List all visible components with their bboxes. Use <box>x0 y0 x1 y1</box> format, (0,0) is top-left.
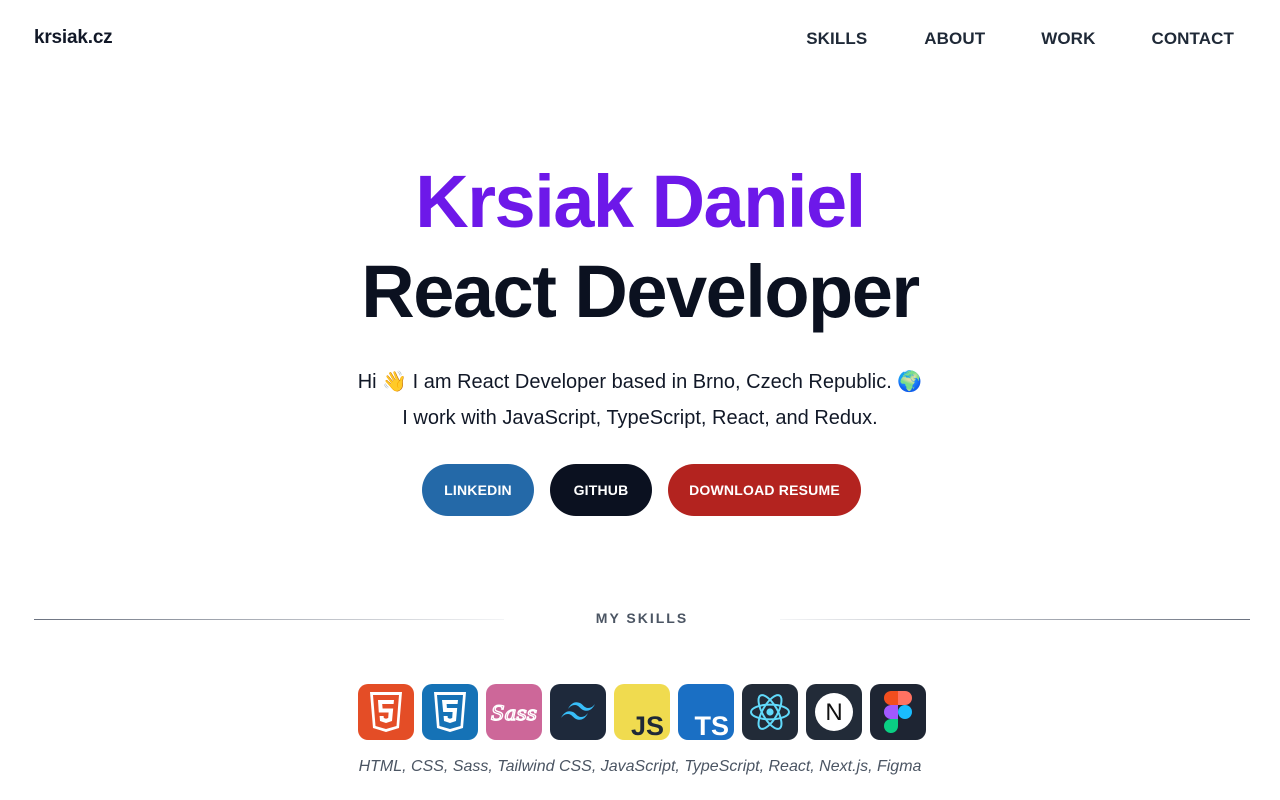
nextjs-icon-text: N <box>825 699 842 726</box>
hero-name: Krsiak Daniel <box>415 160 866 243</box>
top-navbar: krsiak.cz SKILLS ABOUT WORK CONTACT <box>0 0 1280 76</box>
nextjs-icon: N <box>806 684 862 740</box>
github-button[interactable]: GITHUB <box>550 464 652 516</box>
sass-icon: Sass <box>486 684 542 740</box>
intro-greeting: Hi <box>357 371 377 393</box>
divider-line-right <box>780 619 1250 620</box>
skills-heading: MY SKILLS <box>595 610 689 626</box>
globe-icon: 🌍 <box>897 371 923 393</box>
intro-line-2: I work with JavaScript, TypeScript, Reac… <box>402 407 878 429</box>
nav-link-contact[interactable]: CONTACT <box>1151 29 1234 49</box>
hero-role: React Developer <box>361 250 920 333</box>
tailwind-icon <box>550 684 606 740</box>
js-icon-text: JS <box>631 711 664 740</box>
nav-link-about[interactable]: ABOUT <box>924 29 985 49</box>
typescript-icon: TS <box>678 684 734 740</box>
react-icon <box>742 684 798 740</box>
download-resume-button[interactable]: DOWNLOAD RESUME <box>668 464 861 516</box>
nav-link-skills[interactable]: SKILLS <box>806 29 867 49</box>
figma-icon <box>870 684 926 740</box>
nav-links: SKILLS ABOUT WORK CONTACT <box>806 29 1234 49</box>
site-brand[interactable]: krsiak.cz <box>34 27 113 49</box>
skills-divider: MY SKILLS <box>34 606 1250 632</box>
ts-icon-text: TS <box>694 711 729 740</box>
sass-icon-text: Sass <box>491 701 537 725</box>
linkedin-button[interactable]: LINKEDIN <box>422 464 534 516</box>
intro-text: I am React Developer based in Brno, Czec… <box>412 371 892 393</box>
wave-icon: 👋 <box>382 371 408 393</box>
html5-icon <box>358 684 414 740</box>
nav-link-work[interactable]: WORK <box>1041 29 1095 49</box>
javascript-icon: JS <box>614 684 670 740</box>
skills-icons: Sass JS TS N <box>358 684 926 740</box>
skills-list-text: HTML, CSS, Sass, Tailwind CSS, JavaScrip… <box>358 758 922 775</box>
css3-icon <box>422 684 478 740</box>
intro-line-1: Hi 👋 I am React Developer based in Brno,… <box>0 368 1280 396</box>
